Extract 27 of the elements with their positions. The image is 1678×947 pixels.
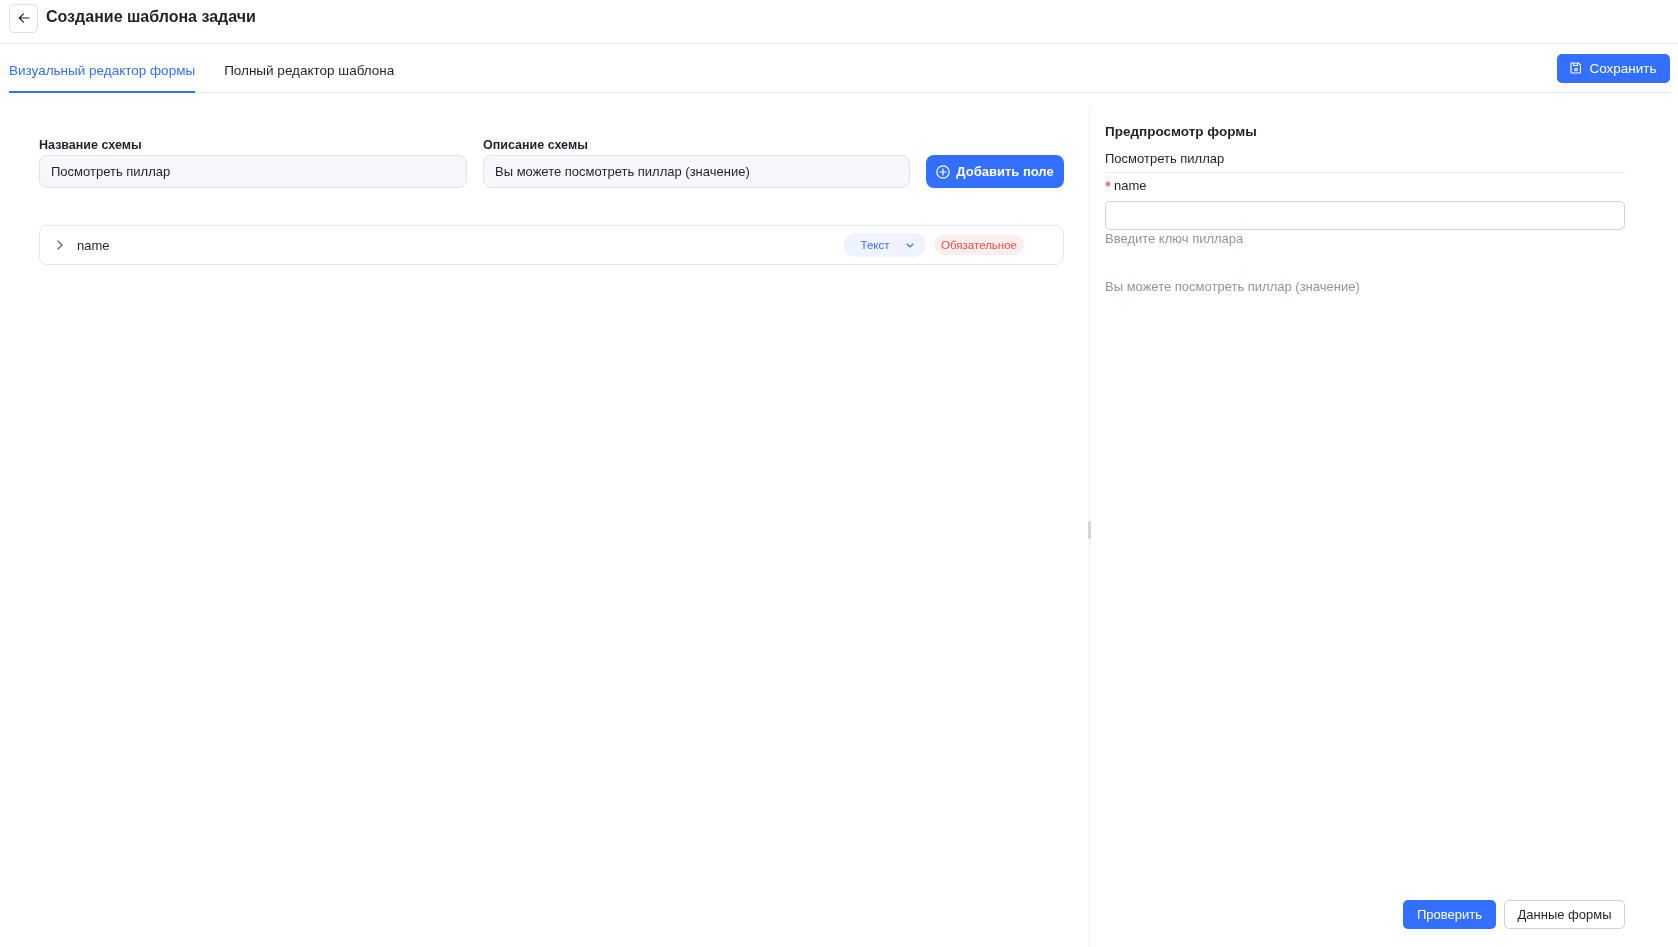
chevron-down-icon [905, 242, 914, 248]
schema-description-input[interactable]: Вы можете посмотреть пиллар (значение) [483, 155, 910, 188]
plus-circle-icon [936, 164, 951, 179]
save-button[interactable]: Сохранить [1557, 53, 1670, 83]
preview-field-label: name [1114, 178, 1147, 194]
back-button[interactable] [9, 3, 38, 33]
preview-input-field[interactable] [1105, 201, 1625, 230]
check-button[interactable]: Проверить [1403, 900, 1496, 929]
help-text: Введите ключ пиллара [1105, 231, 1245, 247]
resize-handle[interactable] [1088, 521, 1091, 539]
field-row[interactable]: name Текст Обязательное [39, 225, 1064, 265]
schema-name-input[interactable]: Посмотреть пиллар [39, 155, 467, 188]
field-label: Описание схемы [483, 137, 589, 153]
field-name: name [77, 237, 111, 253]
form-title: Посмотреть пиллар [1105, 151, 1625, 173]
form-data-button[interactable]: Данные формы [1504, 900, 1625, 929]
field-label: Название схемы [39, 137, 143, 153]
type-select[interactable]: Текст [844, 233, 927, 257]
form-description: Вы можете посмотреть пиллар (значение) [1105, 279, 1361, 295]
required-badge: Обязательное [934, 235, 1024, 255]
chevron-right-icon[interactable] [56, 240, 64, 250]
page-title: Создание шаблона задачи [46, 7, 256, 26]
preview-title: Предпросмотр формы [1105, 124, 1258, 140]
add-field-button[interactable]: Добавить поле [926, 155, 1064, 188]
back-arrow-icon [17, 12, 30, 24]
tab[interactable]: Полный редактор шаблона [224, 44, 395, 93]
tab[interactable]: Визуальный редактор формы [9, 44, 196, 93]
